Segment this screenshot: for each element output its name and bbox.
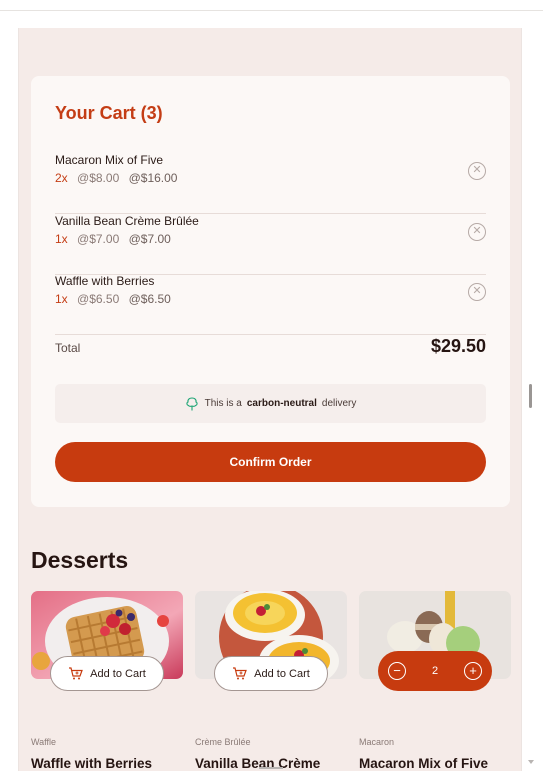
- confirm-order-button[interactable]: Confirm Order: [55, 442, 486, 482]
- add-to-cart-label: Add to Cart: [90, 667, 146, 680]
- remove-item-icon[interactable]: ✕: [468, 223, 486, 241]
- cart-item-line-total: @$7.00: [128, 232, 171, 246]
- remove-item-icon[interactable]: ✕: [468, 283, 486, 301]
- cart-item: Waffle with Berries 1x @$6.50 @$6.50 ✕: [55, 274, 486, 335]
- carbon-prefix: This is a: [204, 398, 242, 409]
- cart-item-line-total: @$16.00: [128, 171, 178, 185]
- cart-title: Your Cart (3): [55, 103, 163, 123]
- product-category: Crème Brûlée: [195, 737, 251, 747]
- add-to-cart-button[interactable]: Add to Cart: [214, 656, 328, 691]
- minus-icon[interactable]: −: [388, 662, 406, 680]
- cart-item-unit-price: @$8.00: [77, 171, 120, 185]
- page-frame[interactable]: Your Cart (3) Macaron Mix of Five 2x @$8…: [18, 28, 522, 771]
- cart-item-name: Waffle with Berries: [55, 274, 155, 288]
- order-total-value: $29.50: [430, 336, 486, 356]
- cart-item: Vanilla Bean Crème Brûlée 1x @$7.00 @$7.…: [55, 214, 486, 275]
- product-name: Macaron Mix of Five: [359, 756, 489, 771]
- carbon-suffix: delivery: [321, 398, 357, 409]
- carbon-neutral-notice: This is a carbon-neutral delivery: [55, 384, 486, 423]
- tree-icon: [186, 396, 198, 410]
- quantity-value: 2: [431, 665, 439, 677]
- add-to-cart-button[interactable]: Add to Cart: [50, 656, 164, 691]
- cart-item-qty: 1x: [55, 292, 68, 306]
- product-category: Macaron: [359, 737, 395, 747]
- product-category: Waffle: [31, 737, 57, 747]
- cart-item-qty: 1x: [55, 232, 68, 246]
- cart-item-unit-price: @$6.50: [77, 292, 120, 306]
- carbon-highlight: carbon-neutral: [246, 398, 317, 409]
- add-to-cart-label: Add to Cart: [254, 667, 310, 680]
- cart-item: Macaron Mix of Five 2x @$8.00 @$16.00 ✕: [55, 153, 486, 214]
- scrollbar-thumb[interactable]: [529, 384, 532, 408]
- cart-item-line-total: @$6.50: [128, 292, 171, 306]
- cart-item-unit-price: @$7.00: [77, 232, 120, 246]
- cart-item-name: Macaron Mix of Five: [55, 153, 164, 167]
- desserts-heading: Desserts: [31, 547, 129, 573]
- cart-item-qty: 2x: [55, 171, 68, 185]
- bottom-handle: [259, 767, 283, 769]
- quantity-stepper[interactable]: − 2 +: [378, 651, 492, 691]
- cart-item-meta: 2x @$8.00 @$16.00: [55, 171, 177, 185]
- cart-item-name: Vanilla Bean Crème Brûlée: [55, 214, 199, 228]
- product-name: Waffle with Berries: [31, 756, 153, 771]
- order-total-label: Total: [55, 341, 81, 355]
- add-to-cart-icon: [69, 667, 84, 680]
- cart-panel: Your Cart (3) Macaron Mix of Five 2x @$8…: [31, 76, 510, 507]
- plus-icon[interactable]: +: [464, 662, 482, 680]
- remove-item-icon[interactable]: ✕: [468, 162, 486, 180]
- cart-item-meta: 1x @$6.50 @$6.50: [55, 292, 171, 306]
- top-divider: [0, 10, 543, 11]
- cart-item-meta: 1x @$7.00 @$7.00: [55, 232, 171, 246]
- add-to-cart-icon: [233, 667, 248, 680]
- scroll-down-arrow[interactable]: [528, 760, 534, 766]
